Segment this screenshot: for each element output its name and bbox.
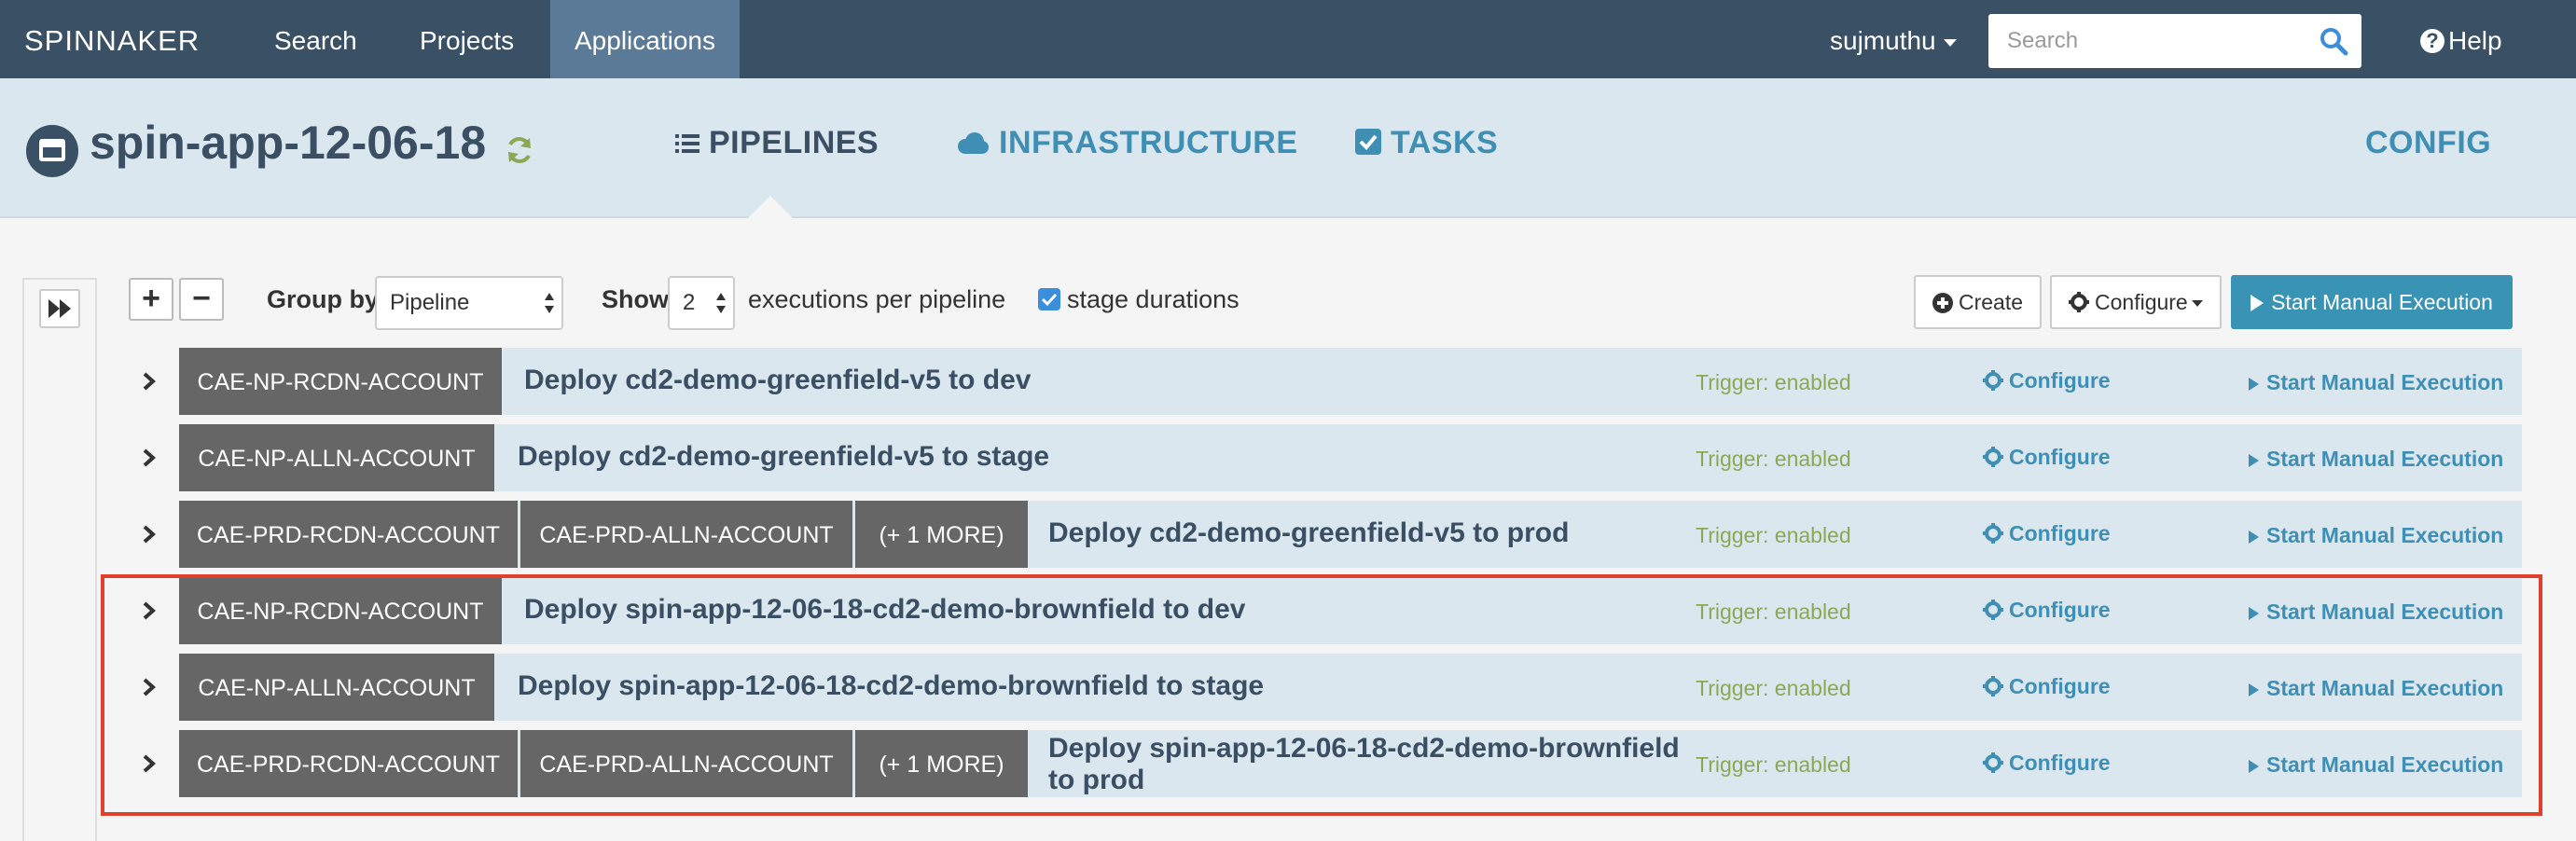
plus-circle-icon [1932, 293, 1953, 313]
expand-sidebar-button[interactable] [39, 289, 80, 328]
create-label: Create [1959, 290, 2024, 314]
account-tag: CAE-NP-ALLN-ACCOUNT [179, 424, 494, 491]
caret-down-icon [1943, 38, 1957, 47]
brand-logo[interactable]: SPINNAKER [24, 0, 200, 78]
gear-icon [2069, 292, 2089, 312]
show-label: Show [602, 285, 669, 313]
pipeline-configure-link[interactable]: Configure [1983, 368, 2111, 393]
tab-config[interactable]: CONFIG [2365, 125, 2491, 161]
account-tag: CAE-NP-RCDN-ACCOUNT [179, 348, 502, 415]
select-arrows-icon [716, 293, 726, 313]
nav-projects[interactable]: Projects [395, 0, 538, 78]
help-label: Help [2448, 26, 2502, 55]
application-icon [26, 125, 78, 177]
pipeline-row[interactable]: CAE-NP-ALLN-ACCOUNT Deploy cd2-demo-gree… [143, 424, 2522, 491]
start-manual-execution-label: Start Manual Execution [2271, 290, 2493, 314]
play-icon [2249, 378, 2259, 391]
configure-label: Configure [2009, 445, 2111, 469]
search-box [1988, 14, 2361, 68]
pipeline-configure-link[interactable]: Configure [1983, 521, 2111, 546]
play-icon [2249, 531, 2259, 544]
tab-infrastructure-label: INFRASTRUCTURE [999, 125, 1298, 160]
nav-applications[interactable]: Applications [550, 0, 740, 78]
fast-forward-icon [48, 299, 71, 318]
trigger-status: Trigger: enabled [1696, 370, 1851, 394]
gear-icon [1983, 447, 2003, 467]
pipeline-row[interactable]: CAE-NP-RCDN-ACCOUNT Deploy cd2-demo-gree… [143, 348, 2522, 415]
configure-label: Configure [2009, 521, 2111, 545]
checkbox-icon [1355, 129, 1381, 155]
user-menu[interactable]: sujmuthu [1830, 0, 1957, 78]
search-input[interactable] [1988, 14, 2306, 68]
group-by-label: Group by [267, 285, 379, 313]
help-link[interactable]: ? Help [2420, 0, 2502, 78]
group-by-value: Pipeline [390, 290, 470, 315]
list-icon [675, 134, 699, 153]
configure-label: Configure [2009, 368, 2111, 393]
gear-icon [1983, 370, 2003, 391]
tab-tasks[interactable]: TASKS [1355, 125, 1498, 161]
sidebar-column [22, 278, 97, 841]
select-arrows-icon [545, 293, 554, 313]
executions-count-select[interactable]: 2 [668, 276, 735, 330]
gear-icon [1983, 523, 2003, 544]
pipeline-start-link[interactable]: Start Manual Execution [2249, 447, 2503, 472]
pipeline-name: Deploy cd2-demo-greenfield-v5 to dev [524, 365, 1032, 395]
tab-pipelines-label: PIPELINES [709, 125, 879, 160]
start-manual-execution-button[interactable]: Start Manual Execution [2231, 275, 2513, 329]
chevron-right-icon[interactable] [140, 525, 159, 544]
collapse-all-button[interactable]: − [179, 278, 224, 321]
configure-dropdown-button[interactable]: Configure [2050, 275, 2222, 329]
start-label: Start Manual Execution [2266, 370, 2504, 394]
expand-all-button[interactable]: + [129, 278, 173, 321]
trigger-status: Trigger: enabled [1696, 447, 1851, 471]
application-name: spin-app-12-06-18 [90, 117, 487, 169]
more-accounts-tag[interactable]: (+ 1 MORE) [855, 501, 1028, 568]
pipeline-row[interactable]: CAE-PRD-RCDN-ACCOUNT CAE-PRD-ALLN-ACCOUN… [143, 501, 2522, 568]
search-icon[interactable] [2319, 26, 2348, 56]
account-tag: CAE-PRD-RCDN-ACCOUNT [179, 501, 518, 568]
pipeline-name: Deploy cd2-demo-greenfield-v5 to prod [1048, 517, 1570, 548]
highlight-annotation-box [101, 574, 2542, 816]
user-name: sujmuthu [1830, 26, 1936, 55]
application-header: spin-app-12-06-18 PIPELINES INFRASTRUCTU… [0, 78, 2576, 218]
pipeline-name: Deploy cd2-demo-greenfield-v5 to stage [518, 441, 1050, 472]
play-icon [2249, 454, 2259, 467]
start-label: Start Manual Execution [2266, 447, 2504, 471]
tab-tasks-label: TASKS [1391, 125, 1499, 160]
stage-durations-label: stage durations [1067, 285, 1240, 313]
chevron-right-icon[interactable] [140, 372, 159, 391]
pipeline-configure-link[interactable]: Configure [1983, 445, 2111, 470]
caret-down-icon [2191, 300, 2203, 308]
play-icon [2251, 295, 2264, 311]
active-tab-pointer [746, 196, 795, 220]
stage-durations-checkbox[interactable] [1038, 288, 1060, 310]
trigger-status: Trigger: enabled [1696, 523, 1851, 547]
create-pipeline-button[interactable]: Create [1914, 275, 2043, 329]
executions-count-value: 2 [683, 290, 696, 315]
chevron-right-icon[interactable] [140, 448, 159, 467]
nav-search[interactable]: Search [250, 0, 381, 78]
pipeline-start-link[interactable]: Start Manual Execution [2249, 523, 2503, 548]
account-tag: CAE-PRD-ALLN-ACCOUNT [520, 501, 852, 568]
group-by-select[interactable]: Pipeline [375, 276, 563, 330]
configure-label: Configure [2095, 290, 2188, 314]
refresh-icon[interactable] [504, 134, 535, 166]
start-label: Start Manual Execution [2266, 523, 2504, 547]
question-circle-icon: ? [2420, 29, 2444, 53]
pipeline-start-link[interactable]: Start Manual Execution [2249, 370, 2503, 395]
tab-pipelines[interactable]: PIPELINES [675, 125, 879, 161]
tab-infrastructure[interactable]: INFRASTRUCTURE [956, 125, 1298, 161]
cloud-icon [958, 132, 989, 154]
top-navbar: SPINNAKER Search Projects Applications s… [0, 0, 2576, 78]
check-icon [1041, 293, 1058, 307]
executions-per-pipeline-label: executions per pipeline [748, 285, 1006, 313]
